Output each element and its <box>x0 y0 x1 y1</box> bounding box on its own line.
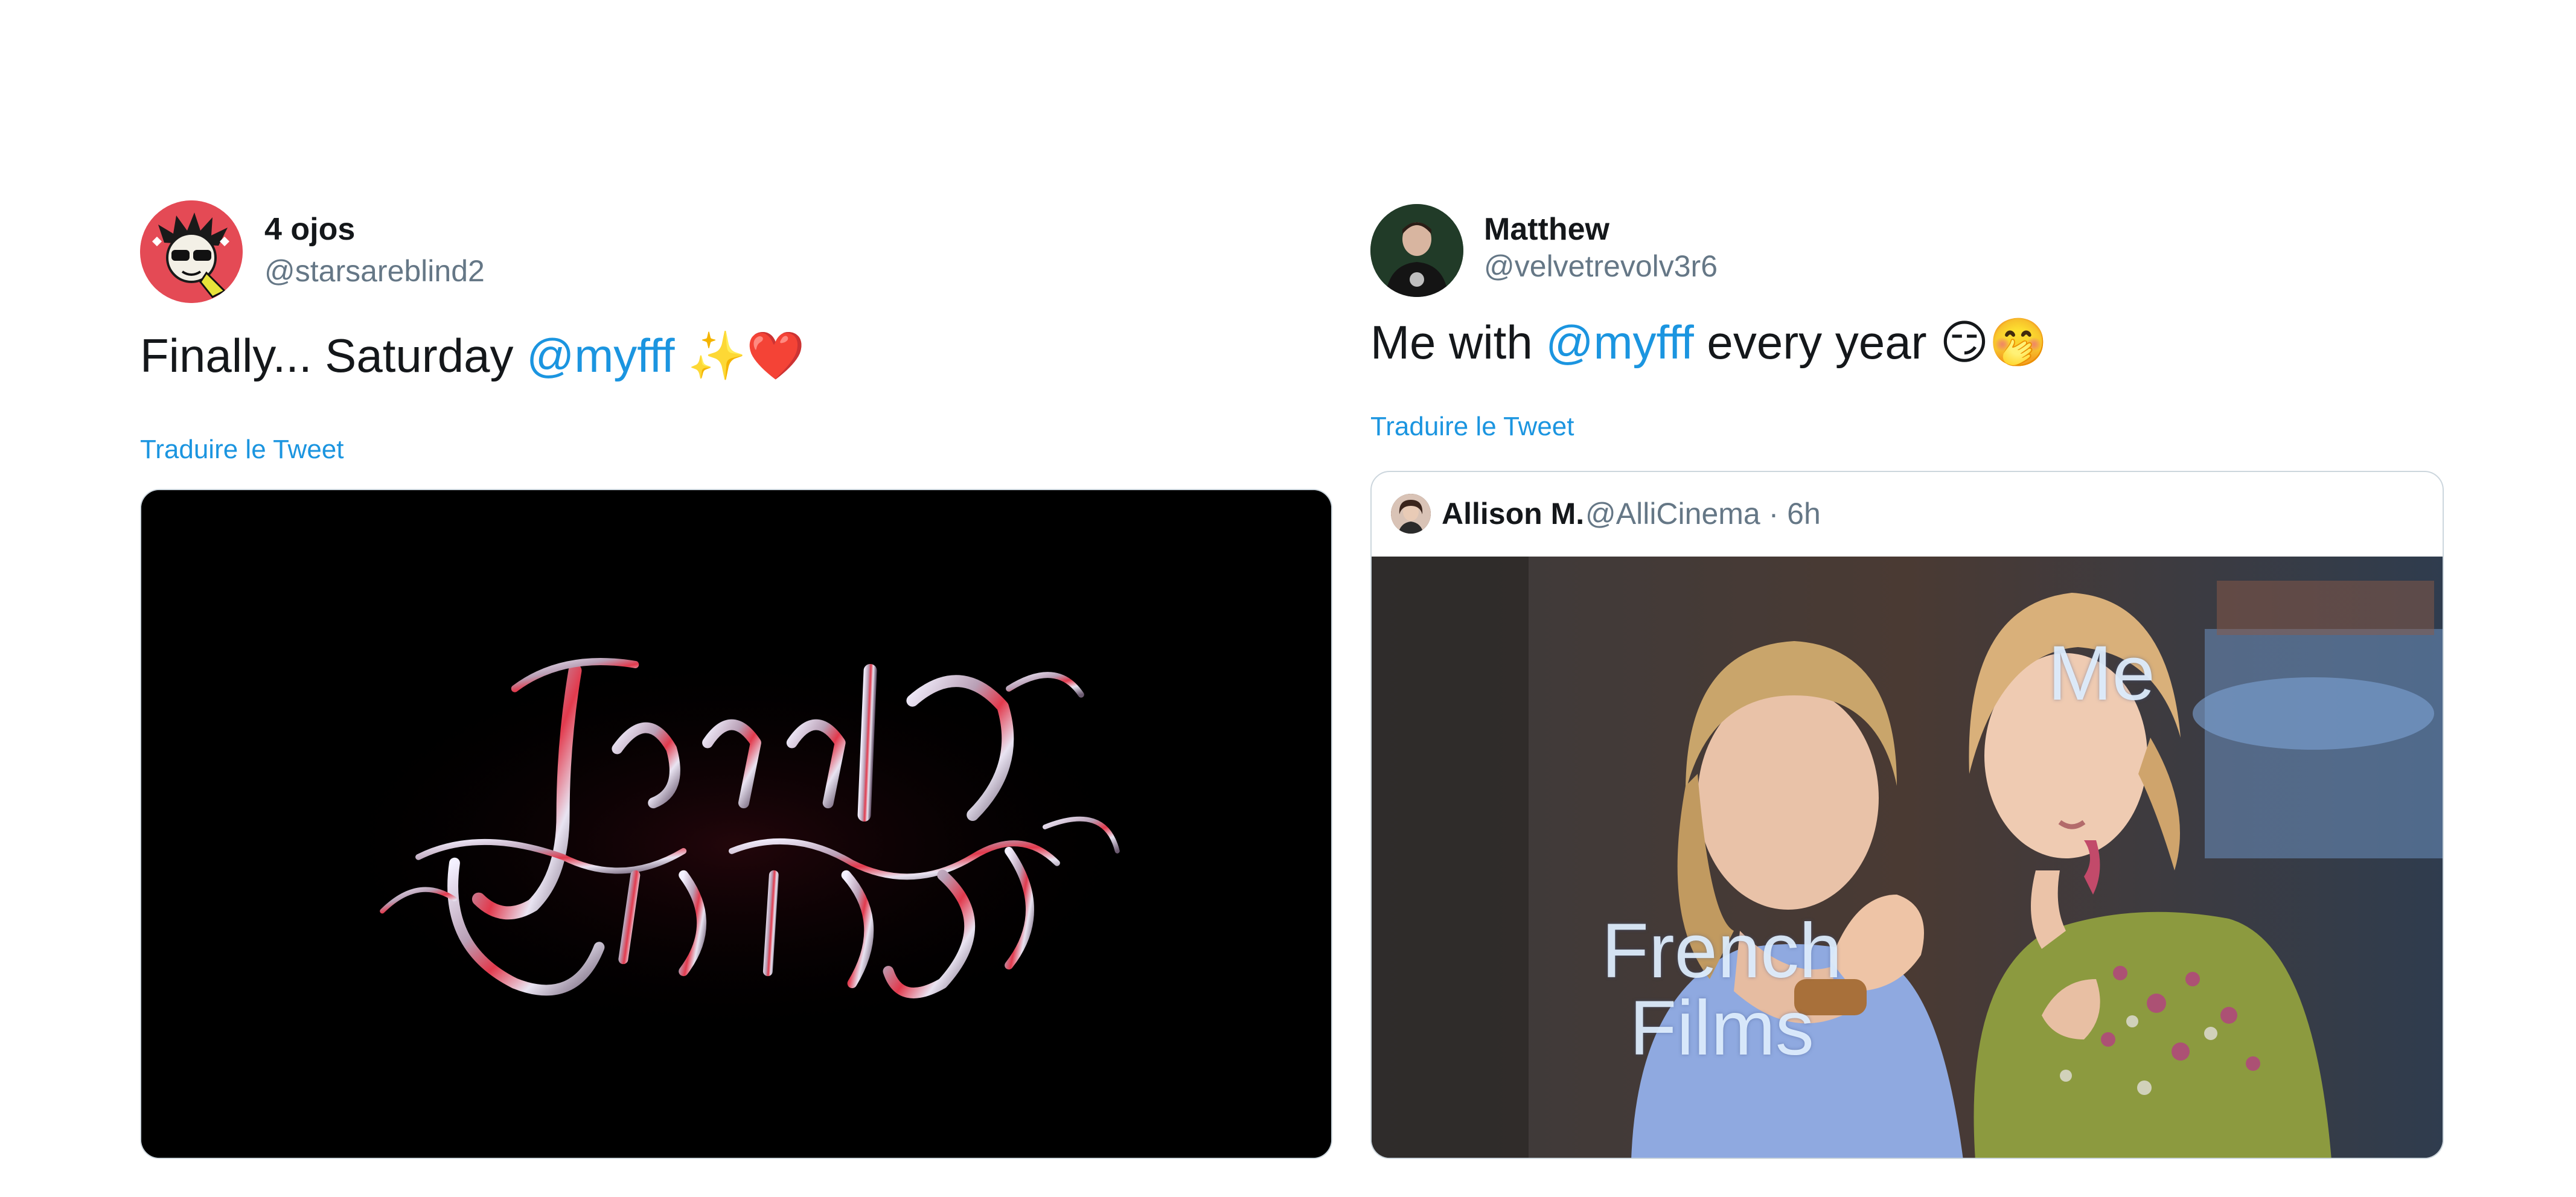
author-handle[interactable]: @velvetrevolv3r6 <box>1484 249 1718 284</box>
emoji-sparkles-heart: ✨❤️ <box>688 329 805 382</box>
mention-link[interactable]: @myfff <box>526 329 674 382</box>
avatar[interactable] <box>1370 204 1463 297</box>
translate-tweet-link[interactable]: Traduire le Tweet <box>1370 412 1574 442</box>
quoted-author-meta: @AlliCinema · 6h <box>1585 497 1821 531</box>
tweet-text-body: Finally... Saturday <box>140 329 527 382</box>
emoji-smirk-hand-over-mouth: 😏🤭 <box>1940 316 2048 369</box>
quoted-author-handle: @AlliCinema <box>1585 497 1760 531</box>
tweet-card: Matthew @velvetrevolv3r6 Me with @myfff … <box>1370 200 2444 1159</box>
quoted-tweet-image[interactable]: Me French Films <box>1372 557 2443 1158</box>
meme-label-french-films: French Films <box>1601 908 1843 1071</box>
quoted-tweet-header: Allison M. @AlliCinema · 6h <box>1372 472 2443 557</box>
tweet-text-body: Me with <box>1370 316 1546 369</box>
avatar-cartoon-icon <box>140 200 243 303</box>
tweet-text: Me with @myfff every year 😏🤭 <box>1370 315 2048 371</box>
jessica-forever-artwork <box>141 490 1331 1158</box>
tweet-header: Matthew @velvetrevolv3r6 <box>1370 200 2444 303</box>
tweet-header: 4 ojos @starsareblind2 <box>140 200 1332 303</box>
tweet-text-body-end: every year <box>1693 316 1940 369</box>
tweet-text: Finally... Saturday @myfff ✨❤️ <box>140 328 805 384</box>
author-handle[interactable]: @starsareblind2 <box>264 254 485 289</box>
avatar <box>1391 494 1431 534</box>
tweet-card: 4 ojos @starsareblind2 Finally... Saturd… <box>140 200 1332 1159</box>
quoted-author-name: Allison M. <box>1442 497 1585 531</box>
translate-tweet-link[interactable]: Traduire le Tweet <box>140 435 344 465</box>
avatar-photo-icon <box>1370 204 1463 297</box>
avatar[interactable] <box>140 200 243 303</box>
tweet-media[interactable] <box>140 489 1332 1159</box>
meme-label-me: Me <box>2048 630 2155 717</box>
mention-link[interactable]: @myfff <box>1545 316 1693 369</box>
avatar-photo-icon <box>1391 494 1431 534</box>
meme-photo <box>1372 557 2443 1158</box>
author-name[interactable]: 4 ojos <box>264 211 355 247</box>
author-name[interactable]: Matthew <box>1484 211 1609 247</box>
quoted-tweet[interactable]: Allison M. @AlliCinema · 6h Me French Fi… <box>1370 471 2444 1159</box>
quoted-tweet-time: 6h <box>1787 497 1821 531</box>
